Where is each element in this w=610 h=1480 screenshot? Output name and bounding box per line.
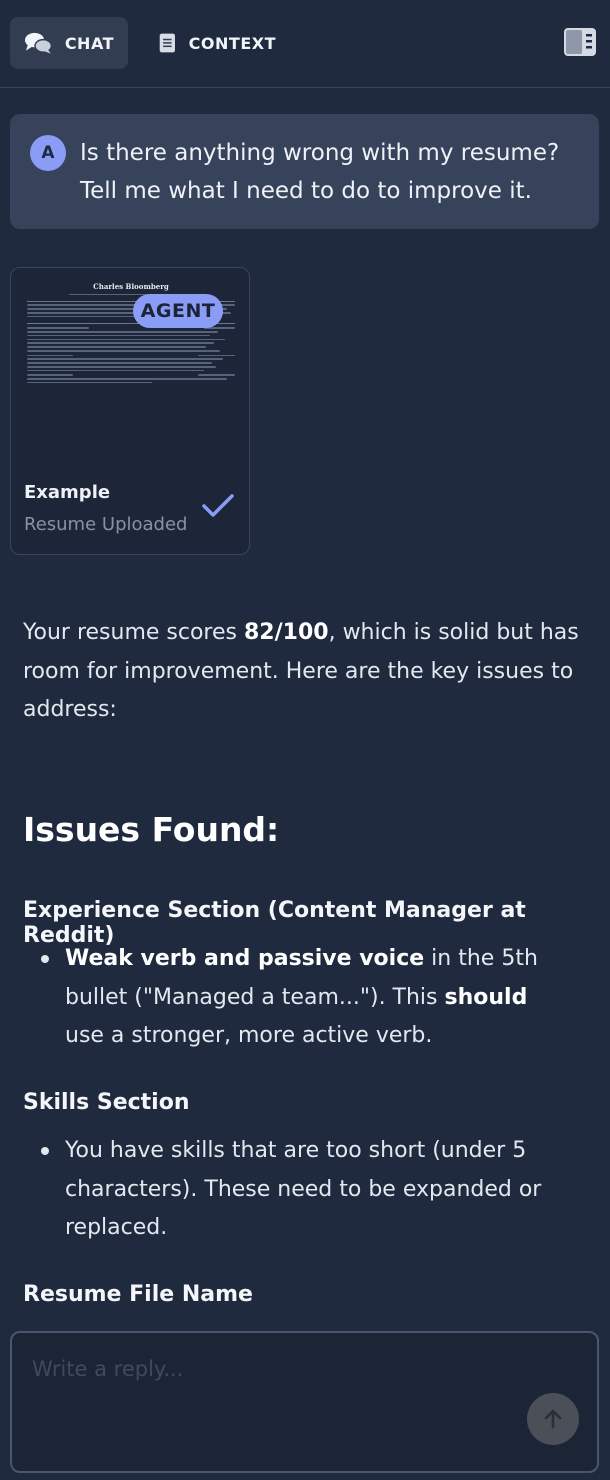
avatar: A bbox=[30, 135, 66, 171]
tab-chat[interactable]: CHAT bbox=[10, 17, 128, 69]
reply-input[interactable] bbox=[32, 1351, 512, 1387]
top-bar: CHAT CONTEXT bbox=[0, 0, 610, 88]
tab-context[interactable]: CONTEXT bbox=[144, 17, 290, 69]
skills-section-heading: Skills Section bbox=[23, 1090, 190, 1115]
resume-card-title: Example bbox=[24, 482, 111, 503]
agent-badge: AGENT bbox=[133, 294, 223, 328]
send-button[interactable] bbox=[527, 1393, 579, 1445]
issues-heading: Issues Found: bbox=[23, 810, 280, 849]
list-item: You have skills that are too short (unde… bbox=[41, 1132, 571, 1248]
resume-preview-name: Charles Bloomberg bbox=[93, 282, 169, 291]
user-message-text: Is there anything wrong with my resume? … bbox=[80, 140, 560, 204]
user-message: A Is there anything wrong with my resume… bbox=[10, 114, 599, 229]
chat-bubbles-icon bbox=[24, 32, 53, 54]
sidebar-toggle-icon[interactable] bbox=[564, 28, 596, 56]
assistant-response-intro: Your resume scores 82/100, which is soli… bbox=[23, 620, 579, 722]
resume-card-status: Resume Uploaded bbox=[24, 514, 188, 535]
reply-box bbox=[10, 1331, 599, 1473]
list-item: Weak verb and passive voice in the 5th b… bbox=[41, 940, 571, 1056]
tab-chat-label: CHAT bbox=[64, 33, 114, 53]
checkmark-icon bbox=[202, 494, 234, 517]
document-icon bbox=[159, 33, 175, 53]
resume-score: 82/100 bbox=[244, 620, 329, 645]
tab-context-label: CONTEXT bbox=[188, 33, 276, 53]
resume-file-name-heading: Resume File Name bbox=[23, 1282, 253, 1307]
arrow-up-icon bbox=[544, 1409, 562, 1429]
